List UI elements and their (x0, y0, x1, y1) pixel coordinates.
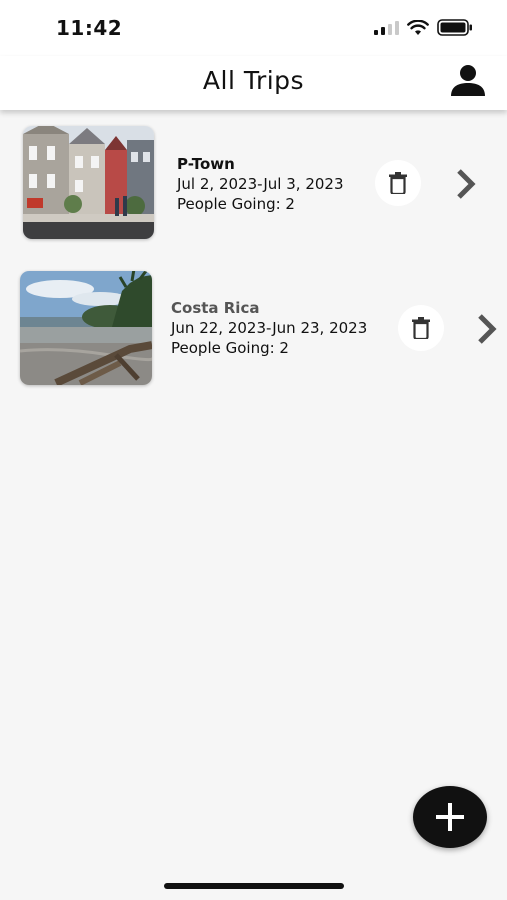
trip-name: P-Town (177, 155, 235, 173)
delete-trip-button[interactable] (375, 160, 421, 206)
person-icon (451, 65, 485, 96)
status-time: 11:42 (56, 16, 123, 40)
plus-icon (436, 803, 464, 831)
delete-trip-button[interactable] (398, 305, 444, 351)
open-trip-button[interactable] (472, 309, 502, 349)
trip-dates: Jun 22, 2023-Jun 23, 2023 (171, 319, 368, 337)
status-bar: 11:42 (0, 0, 507, 56)
status-icons (374, 19, 473, 36)
profile-button[interactable] (449, 64, 487, 98)
page-title: All Trips (202, 66, 305, 95)
trip-card[interactable]: P-Town Jul 2, 2023-Jul 3, 2023 People Go… (0, 124, 507, 244)
app-header: All Trips (0, 56, 507, 110)
home-indicator (164, 883, 344, 889)
trip-people-count: People Going: 2 (177, 195, 295, 213)
trip-details: Costa Rica Jun 22, 2023-Jun 23, 2023 Peo… (171, 298, 367, 358)
wifi-icon (407, 19, 429, 35)
trip-people-count: People Going: 2 (171, 339, 289, 357)
open-trip-button[interactable] (451, 164, 481, 204)
chevron-right-icon (478, 314, 497, 344)
trip-details: P-Town Jul 2, 2023-Jul 3, 2023 People Go… (177, 154, 344, 214)
trash-icon (389, 172, 407, 194)
trash-icon (412, 317, 430, 339)
trip-dates: Jul 2, 2023-Jul 3, 2023 (177, 175, 344, 193)
battery-icon (437, 19, 472, 36)
trip-card[interactable]: Costa Rica Jun 22, 2023-Jun 23, 2023 Peo… (0, 268, 507, 388)
cellular-signal-icon (374, 20, 399, 35)
trip-thumbnail (20, 271, 152, 385)
trip-name: Costa Rica (171, 299, 260, 317)
trip-thumbnail (23, 126, 154, 239)
chevron-right-icon (457, 169, 476, 199)
add-trip-button[interactable] (413, 786, 487, 848)
